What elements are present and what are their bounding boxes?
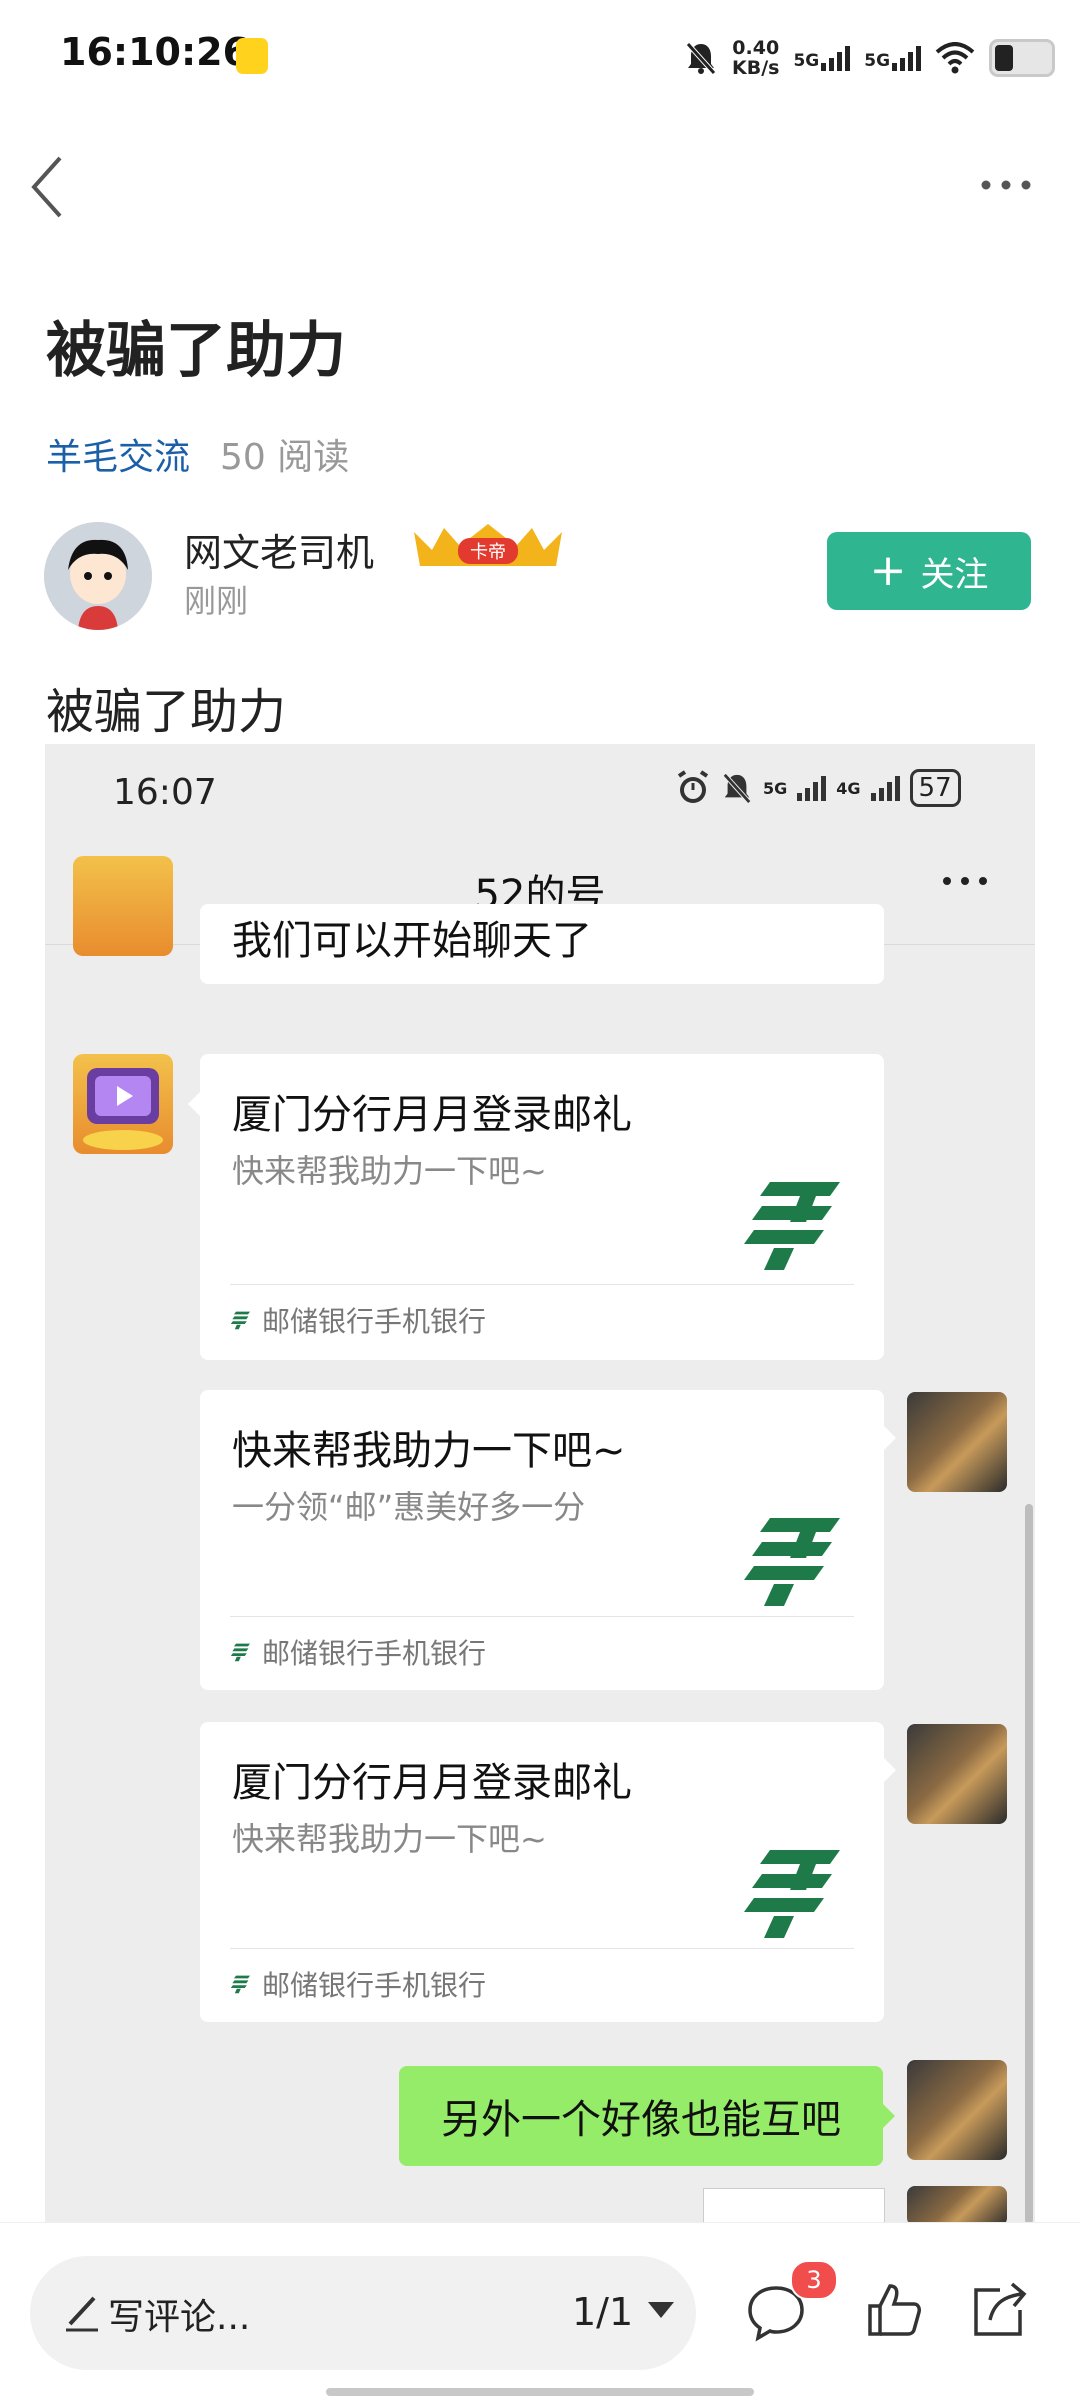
share-icon[interactable] bbox=[966, 2278, 1030, 2342]
user-avatar bbox=[907, 1724, 1007, 1824]
card-source: 邮储银行手机银行 bbox=[230, 1300, 486, 1340]
postal-bank-small-icon bbox=[230, 1975, 250, 1994]
bubble-tail bbox=[884, 1426, 896, 1450]
status-icons: 0.40 KB/s 5G 5G bbox=[684, 36, 1056, 80]
system-avatar bbox=[73, 856, 173, 956]
follow-label: 关注 bbox=[920, 554, 989, 595]
user-avatar bbox=[907, 2060, 1007, 2160]
link-card: 厦门分行月月登录邮礼 快来帮我助力一下吧~ 邮储银行手机银行 bbox=[200, 1722, 884, 2022]
postal-bank-logo-icon bbox=[744, 1518, 840, 1606]
battery-icon bbox=[989, 39, 1056, 77]
signal-bars-icon bbox=[797, 775, 827, 801]
signal-bars-icon bbox=[870, 775, 900, 801]
bubble-tail bbox=[884, 1758, 896, 1782]
post-time: 刚刚 bbox=[184, 582, 249, 620]
post-meta: 羊毛交流 50 阅读 bbox=[46, 428, 349, 480]
mute-bell-icon bbox=[723, 773, 751, 804]
status-time: 16:10:26 bbox=[60, 30, 250, 74]
signal-bars-icon bbox=[892, 45, 922, 71]
avatar-illustration bbox=[44, 522, 152, 630]
crown-badge-icon: 卡帝 bbox=[414, 524, 562, 566]
chat-scrollbar bbox=[1025, 1504, 1033, 2224]
user-avatar bbox=[907, 2186, 1007, 2224]
image-thumbnail bbox=[703, 2188, 885, 2224]
like-icon[interactable] bbox=[862, 2278, 926, 2342]
link-card: 快来帮我助力一下吧~ 一分领“邮”惠美好多一分 邮储银行手机银行 bbox=[200, 1390, 884, 1690]
embedded-battery: 57 bbox=[909, 769, 961, 807]
author-name[interactable]: 网文老司机 bbox=[184, 522, 374, 577]
card-source: 邮储银行手机银行 bbox=[230, 1964, 486, 2004]
system-avatar bbox=[73, 1054, 173, 1154]
wifi-icon bbox=[935, 42, 975, 74]
signal-2: 5G bbox=[864, 45, 922, 71]
postal-bank-small-icon bbox=[230, 1311, 250, 1330]
sent-message: 另外一个好像也能互吧 bbox=[399, 2066, 883, 2166]
signal-bars-icon bbox=[821, 45, 851, 71]
page-indicator[interactable]: 1/1 bbox=[572, 2290, 633, 2334]
back-arrow-icon[interactable] bbox=[24, 152, 84, 222]
postal-bank-small-icon bbox=[230, 1643, 250, 1662]
postal-bank-logo-icon bbox=[744, 1850, 840, 1938]
partial-message: 我们可以开始聊天了 bbox=[200, 904, 884, 984]
circle-link[interactable]: 羊毛交流 bbox=[46, 428, 190, 480]
mute-bell-icon bbox=[686, 42, 716, 75]
link-card: 厦门分行月月登录邮礼 快来帮我助力一下吧~ 邮储银行手机银行 bbox=[200, 1054, 884, 1360]
plus-icon: + bbox=[869, 545, 907, 596]
bubble-tail bbox=[883, 2104, 895, 2128]
embedded-status-icons: 5G 4G 57 bbox=[675, 766, 961, 810]
post-body: 被骗了助力 bbox=[46, 684, 287, 740]
alarm-icon bbox=[677, 770, 709, 803]
app-notification-icon bbox=[236, 38, 268, 74]
network-speed: 0.40 KB/s bbox=[732, 37, 780, 79]
card-source: 邮储银行手机银行 bbox=[230, 1632, 486, 1672]
post-title: 被骗了助力 bbox=[46, 316, 346, 386]
more-options-icon[interactable] bbox=[976, 170, 1036, 200]
post-image[interactable]: 16:07 5G 4G 57 52的号 我们可以开始聊天了 厦门分行月月登录邮礼… bbox=[45, 744, 1035, 2224]
chat-more-icon bbox=[943, 877, 987, 885]
bubble-tail bbox=[188, 1092, 200, 1116]
comment-placeholder[interactable]: 写评论... bbox=[108, 2288, 250, 2340]
read-count: 50 阅读 bbox=[220, 437, 350, 478]
postal-bank-logo-icon bbox=[744, 1182, 840, 1270]
follow-button[interactable]: + 关注 bbox=[827, 532, 1031, 610]
author-avatar[interactable] bbox=[44, 522, 152, 630]
chevron-down-icon[interactable] bbox=[648, 2302, 674, 2318]
comment-count-badge: 3 bbox=[790, 2260, 838, 2300]
embedded-status-time: 16:07 bbox=[113, 772, 217, 813]
home-indicator[interactable] bbox=[326, 2388, 754, 2396]
user-avatar bbox=[907, 1392, 1007, 1492]
signal-1: 5G bbox=[793, 45, 851, 71]
tv-mascot-icon bbox=[83, 1068, 163, 1150]
pen-icon bbox=[66, 2296, 98, 2332]
badge-text: 卡帝 bbox=[470, 542, 506, 563]
